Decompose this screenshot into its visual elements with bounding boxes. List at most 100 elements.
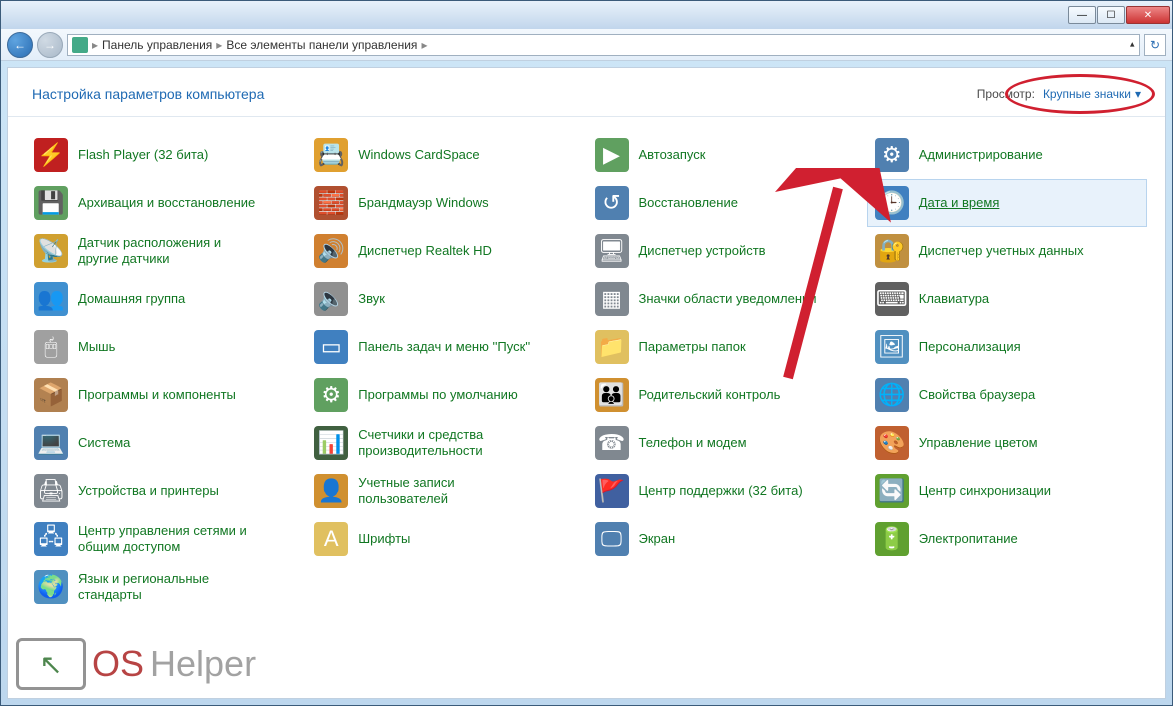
cp-item[interactable]: 🔈Звук [306,275,586,323]
cp-item[interactable]: 📁Параметры папок [587,323,867,371]
cp-item[interactable]: 🖨 Устройства и принтеры [26,467,306,515]
page-title: Настройка параметров компьютера [32,86,264,102]
control-panel-grid: ⚡Flash Player (32 бита)📇 Windows CardSpac… [8,117,1165,625]
cp-item[interactable]: ▶Автозапуск [587,131,867,179]
cp-item-icon: 📊 [314,426,348,460]
cp-item[interactable]: 📡Датчик расположения и другие датчики [26,227,306,275]
cp-item[interactable]: 🖥Диспетчер устройств [587,227,867,275]
cp-item-icon: 🔈 [314,282,348,316]
cp-item-icon: 📡 [34,234,68,268]
cp-item-icon: 🔐 [875,234,909,268]
breadcrumb-sep: ▸ [421,38,427,52]
cp-item-icon: 🖼 [875,330,909,364]
cp-item-label: Администрирование [919,147,1043,163]
cp-item-label: Брандмауэр Windows [358,195,488,211]
cp-item-label: Центр синхронизации [919,483,1051,499]
cp-item-icon: 💻 [34,426,68,460]
refresh-button[interactable]: ↻ [1144,34,1166,56]
cp-item[interactable]: ⌨Клавиатура [867,275,1147,323]
cp-item-icon: 🖧 [34,522,68,556]
cp-item-icon: 🚩 [595,474,629,508]
cp-item-label: Программы по умолчанию [358,387,517,403]
cp-item[interactable]: 🔐 Диспетчер учетных данных [867,227,1147,275]
cp-item[interactable]: 🔊Диспетчер Realtek HD [306,227,586,275]
back-button[interactable]: ← [7,32,33,58]
cp-item-label: Учетные записи пользователей [358,475,538,508]
cp-item[interactable]: ⚙Администрирование [867,131,1147,179]
cp-item-icon: 🖨 [34,474,68,508]
cp-item-icon: 🧱 [314,186,348,220]
content-header: Настройка параметров компьютера Просмотр… [8,68,1165,117]
cp-item[interactable]: 🌍Язык и региональные стандарты [26,563,306,611]
cp-item-icon: 🌐 [875,378,909,412]
cp-item[interactable]: 🌐Свойства браузера [867,371,1147,419]
cp-item-icon: 📦 [34,378,68,412]
cp-item-icon: 📇 [314,138,348,172]
cp-item-label: Диспетчер устройств [639,243,766,259]
breadcrumb-dropdown-icon[interactable]: ▾ [1130,39,1135,50]
breadcrumb-sep: ▸ [216,38,222,52]
cursor-icon: ↖ [39,648,62,681]
breadcrumb[interactable]: ▸ Панель управления ▸ Все элементы панел… [67,34,1140,56]
cp-item[interactable]: 👥Домашняя группа [26,275,306,323]
breadcrumb-part-0[interactable]: Панель управления [102,38,212,52]
cp-item[interactable]: 🖼 Персонализация [867,323,1147,371]
titlebar: — ☐ ✕ [1,1,1172,29]
window-frame: — ☐ ✕ ← → ▸ Панель управления ▸ Все элем… [0,0,1173,706]
cp-item-label: Устройства и принтеры [78,483,219,499]
cp-item[interactable]: 👪Родительский контроль [587,371,867,419]
breadcrumb-part-1[interactable]: Все элементы панели управления [226,38,417,52]
breadcrumb-sep: ▸ [92,38,98,52]
cp-item[interactable]: 📦 Программы и компоненты [26,371,306,419]
cp-item-icon: ↺ [595,186,629,220]
cp-item-label: Система [78,435,130,451]
watermark-monitor-icon: ↖ [16,638,86,690]
view-value-dropdown[interactable]: Крупные значки ▾ [1043,87,1141,101]
cp-item[interactable]: ⚡Flash Player (32 бита) [26,131,306,179]
cp-item-icon: 💾 [34,186,68,220]
cp-item-label: Центр поддержки (32 бита) [639,483,803,499]
cp-item[interactable]: 🖱Мышь [26,323,306,371]
cp-item-label: Программы и компоненты [78,387,236,403]
cp-item[interactable]: 🖧Центр управления сетями и общим доступо… [26,515,306,563]
maximize-button[interactable]: ☐ [1097,6,1125,24]
cp-item-label: Диспетчер учетных данных [919,243,1084,259]
cp-item-icon: ⌨ [875,282,909,316]
cp-item[interactable]: 👤 Учетные записи пользователей [306,467,586,515]
cp-item[interactable]: 🎨Управление цветом [867,419,1147,467]
cp-item-icon: 👤 [314,474,348,508]
minimize-button[interactable]: — [1068,6,1096,24]
cp-item[interactable]: ↺ Восстановление [587,179,867,227]
cp-item[interactable]: 📇 Windows CardSpace [306,131,586,179]
view-value-text: Крупные значки [1043,87,1131,101]
cp-item[interactable]: 🕒Дата и время [867,179,1147,227]
cp-item[interactable]: ▭Панель задач и меню ''Пуск'' [306,323,586,371]
view-switcher: Просмотр: Крупные значки ▾ [977,87,1141,101]
cp-item[interactable]: 🧱 Брандмауэр Windows [306,179,586,227]
cp-item[interactable]: 💾Архивация и восстановление [26,179,306,227]
cp-item-label: Управление цветом [919,435,1038,451]
cp-item-label: Windows CardSpace [358,147,479,163]
cp-item-label: Мышь [78,339,115,355]
cp-item[interactable]: ⚙Программы по умолчанию [306,371,586,419]
cp-item-icon: 📁 [595,330,629,364]
view-label: Просмотр: [977,87,1035,101]
cp-item[interactable]: 🔄Центр синхронизации [867,467,1147,515]
cp-item-label: Дата и время [919,195,1000,211]
cp-item[interactable]: ☎Телефон и модем [587,419,867,467]
cp-item-label: Электропитание [919,531,1018,547]
cp-item-icon: ▭ [314,330,348,364]
cp-item[interactable]: 📊Счетчики и средства производительности [306,419,586,467]
cp-item-label: Персонализация [919,339,1021,355]
forward-button[interactable]: → [37,32,63,58]
content-area: Настройка параметров компьютера Просмотр… [7,67,1166,699]
close-button[interactable]: ✕ [1126,6,1170,24]
cp-item[interactable]: 🖵Экран [587,515,867,563]
cp-item-label: Восстановление [639,195,738,211]
cp-item[interactable]: AШрифты [306,515,586,563]
cp-item[interactable]: 🚩 Центр поддержки (32 бита) [587,467,867,515]
cp-item[interactable]: ▦Значки области уведомлений [587,275,867,323]
cp-item[interactable]: 🔋Электропитание [867,515,1147,563]
cp-item[interactable]: 💻 Система [26,419,306,467]
cp-item-label: Телефон и модем [639,435,747,451]
